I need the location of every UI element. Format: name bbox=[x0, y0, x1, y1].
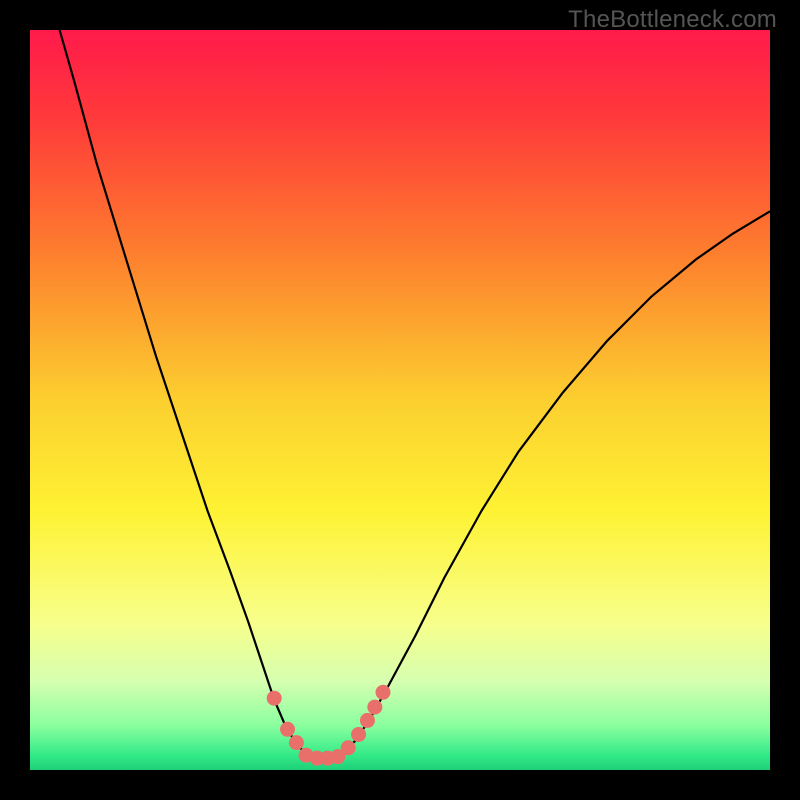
chart-plot-area bbox=[30, 30, 770, 770]
data-marker bbox=[267, 691, 282, 706]
data-marker bbox=[367, 700, 382, 715]
data-marker bbox=[351, 727, 366, 742]
bottleneck-chart bbox=[30, 30, 770, 770]
data-marker bbox=[341, 740, 356, 755]
data-marker bbox=[375, 685, 390, 700]
data-marker bbox=[280, 722, 295, 737]
data-marker bbox=[289, 735, 304, 750]
data-marker bbox=[360, 713, 375, 728]
chart-background bbox=[30, 30, 770, 770]
